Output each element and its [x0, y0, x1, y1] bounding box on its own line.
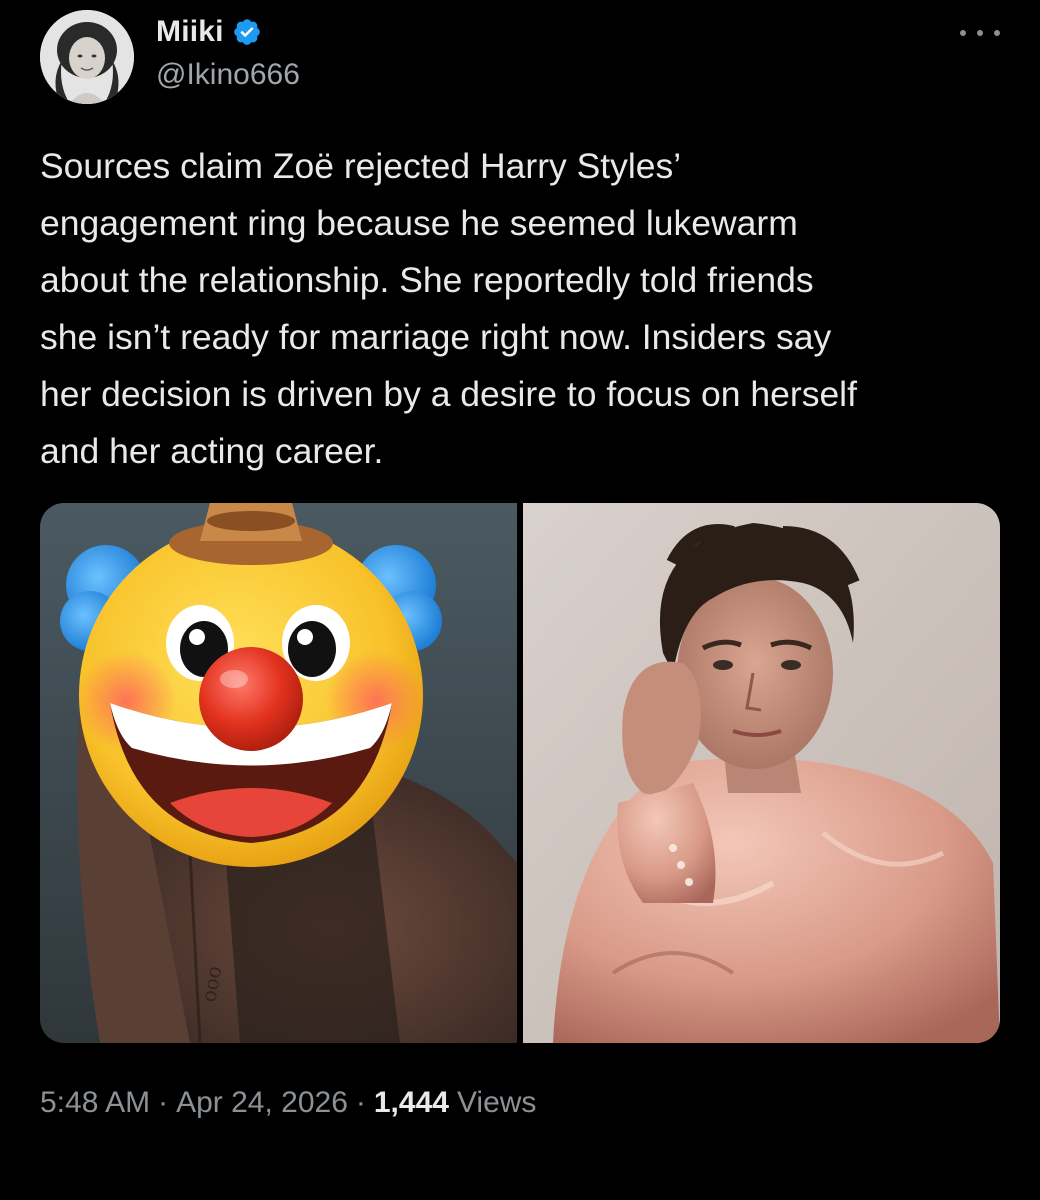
- media-photo-right[interactable]: [523, 503, 1000, 1043]
- verified-badge-icon: [233, 19, 260, 45]
- tweet-date[interactable]: Apr 24, 2026: [176, 1086, 348, 1120]
- author-name-row[interactable]: Miiki: [156, 12, 262, 52]
- views-label[interactable]: Views: [457, 1086, 536, 1120]
- more-options-button[interactable]: [960, 18, 1000, 48]
- tweet-text: Sources claim Zoë rejected Harry Styles’…: [40, 146, 857, 471]
- author-handle[interactable]: @Ikino666: [156, 58, 300, 92]
- media-grid: ooo: [40, 503, 1000, 1043]
- tweet-time[interactable]: 5:48 AM: [40, 1086, 150, 1120]
- photo-right-image: [523, 503, 1000, 1043]
- meta-separator: ·: [158, 1086, 169, 1119]
- author-display-name[interactable]: Miiki: [156, 15, 224, 49]
- more-options-icon: [960, 30, 966, 36]
- avatar-image: [40, 10, 134, 104]
- media-photo-left[interactable]: ooo: [40, 503, 517, 1043]
- tweet-meta: 5:48 AM · Apr 24, 2026 · 1,444 Views: [40, 1086, 536, 1120]
- photo-left-image: ooo: [40, 503, 517, 1043]
- meta-separator: ·: [355, 1086, 366, 1119]
- more-options-dot: [994, 30, 1000, 36]
- more-options-dot: [977, 30, 983, 36]
- views-count[interactable]: 1,444: [374, 1086, 449, 1120]
- tweet: Miiki @Ikino666 Sources claim Zoë reject…: [0, 0, 1040, 1200]
- avatar[interactable]: [40, 10, 134, 104]
